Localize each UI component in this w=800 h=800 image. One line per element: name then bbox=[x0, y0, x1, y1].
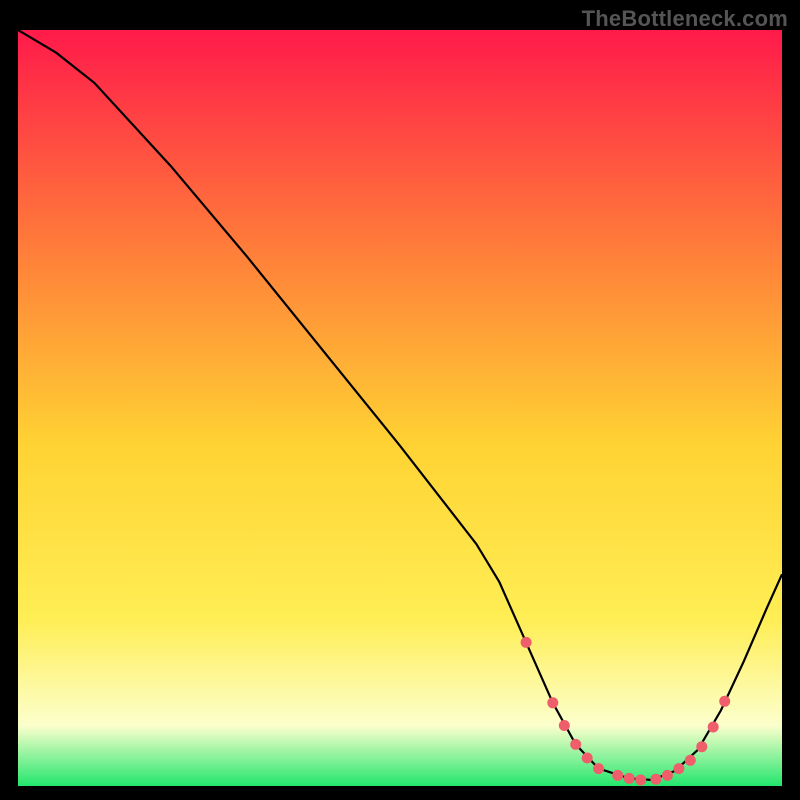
gradient-background bbox=[18, 30, 782, 786]
marker-dot bbox=[662, 770, 673, 781]
marker-dot bbox=[612, 770, 623, 781]
marker-dot bbox=[547, 697, 558, 708]
chart-frame: TheBottleneck.com bbox=[0, 0, 800, 800]
marker-dot bbox=[708, 722, 719, 733]
marker-dot bbox=[582, 753, 593, 764]
marker-dot bbox=[593, 763, 604, 774]
marker-dot bbox=[559, 720, 570, 731]
plot-area bbox=[18, 30, 782, 786]
marker-dot bbox=[624, 773, 635, 784]
marker-dot bbox=[685, 755, 696, 766]
marker-dot bbox=[570, 739, 581, 750]
marker-dot bbox=[521, 637, 532, 648]
marker-dot bbox=[635, 775, 646, 786]
watermark-text: TheBottleneck.com bbox=[582, 6, 788, 32]
bottleneck-chart bbox=[18, 30, 782, 786]
marker-dot bbox=[673, 763, 684, 774]
marker-dot bbox=[696, 741, 707, 752]
marker-dot bbox=[650, 774, 661, 785]
marker-dot bbox=[719, 696, 730, 707]
